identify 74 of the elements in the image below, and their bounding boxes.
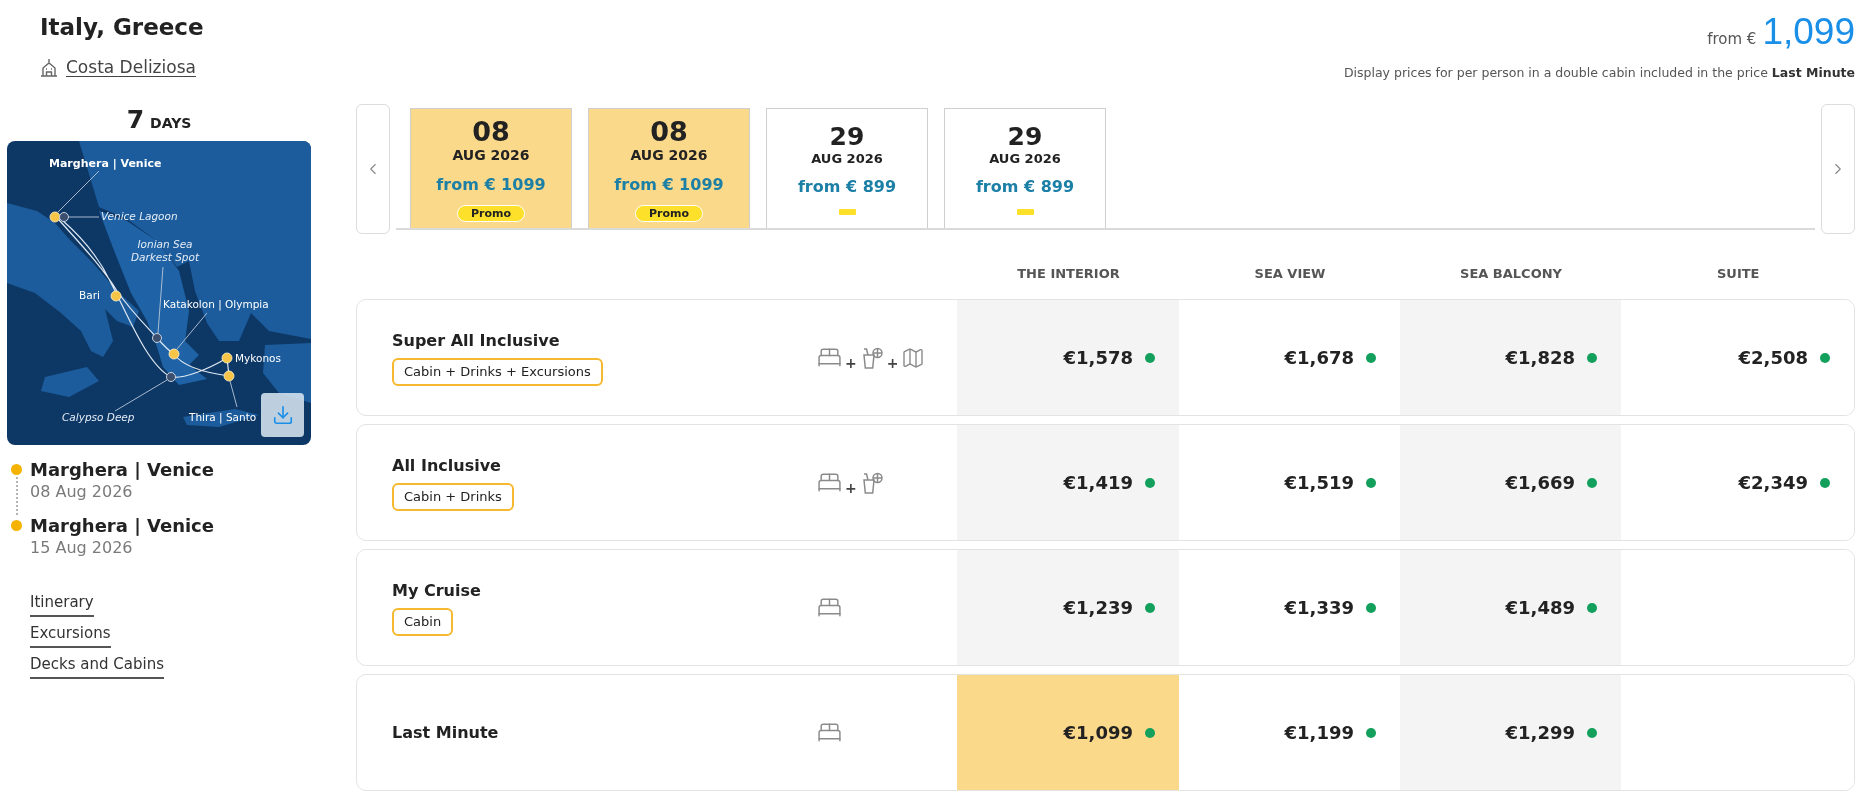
download-icon bbox=[271, 404, 294, 426]
map-label: Venice Lagoon bbox=[101, 210, 178, 223]
map-label: Bari bbox=[79, 289, 100, 302]
date-tab[interactable]: 08 AUG 2026 from € 1099 Promo bbox=[588, 108, 750, 228]
port-marker-icon bbox=[110, 290, 122, 302]
cabin-price-option[interactable]: €1,419 bbox=[957, 425, 1179, 540]
leader-line bbox=[114, 379, 168, 412]
cabin-price-option[interactable]: €1,239 bbox=[957, 550, 1179, 665]
plus-sign: + bbox=[845, 479, 857, 496]
leader-line bbox=[57, 170, 100, 213]
from-label: from € bbox=[1707, 30, 1757, 48]
package-name: Last Minute bbox=[392, 721, 499, 744]
map-label: Calypso Deep bbox=[62, 411, 135, 424]
stop-name: Marghera | Venice bbox=[30, 459, 214, 481]
port-marker-icon bbox=[168, 348, 180, 360]
price-note: Display prices for per person in a double cabin included in the price Last Minute bbox=[1343, 65, 1855, 81]
cabin-price-option[interactable]: €1,828 bbox=[1400, 300, 1621, 415]
column-header: THE INTERIOR bbox=[1016, 266, 1121, 282]
section-link[interactable]: Decks and Cabins bbox=[30, 654, 164, 679]
leader-line bbox=[176, 312, 208, 350]
package-name: Super All Inclusive bbox=[392, 329, 560, 352]
stop-dot-icon bbox=[11, 464, 22, 475]
map-label: Katakolon | Olympia bbox=[163, 298, 269, 311]
port-marker-icon bbox=[221, 352, 233, 364]
package-name: All Inclusive bbox=[392, 454, 501, 477]
spot-marker-icon bbox=[166, 372, 176, 382]
section-link[interactable]: Itinerary bbox=[30, 592, 94, 617]
next-button[interactable] bbox=[1821, 104, 1855, 234]
dash-icon bbox=[838, 209, 856, 215]
inclusion-tag: Cabin + Drinks bbox=[392, 482, 514, 511]
dash-icon bbox=[1016, 209, 1034, 215]
lowest-price: 1,099 bbox=[1762, 10, 1855, 54]
package-name: My Cruise bbox=[392, 579, 481, 602]
date-tab[interactable]: 08 AUG 2026 from € 1099 Promo bbox=[410, 108, 572, 228]
spot-marker-icon bbox=[59, 212, 69, 222]
column-header: SUITE bbox=[1716, 266, 1761, 282]
port-marker-icon bbox=[223, 370, 235, 382]
map-label: Thira | Santo bbox=[189, 411, 257, 424]
cabin-price-option[interactable]: €1,578 bbox=[957, 300, 1179, 415]
plus-sign: + bbox=[886, 354, 899, 371]
date-tab[interactable]: 29 AUG 2026 from € 899 bbox=[944, 108, 1106, 228]
leader-line bbox=[229, 380, 238, 408]
cabin-price-option[interactable]: €1,669 bbox=[1400, 425, 1621, 540]
duration-unit: DAYS bbox=[150, 115, 192, 131]
stop-name: Marghera | Venice bbox=[30, 515, 214, 537]
promo-badge: Promo bbox=[634, 205, 704, 222]
house-icon bbox=[40, 57, 58, 77]
stop-date: 08 Aug 2026 bbox=[30, 481, 133, 503]
spot-marker-icon bbox=[152, 333, 162, 343]
stop-dot-icon bbox=[11, 520, 22, 531]
map-label: Marghera | Venice bbox=[49, 157, 162, 170]
map-label: Ionian Sea Darkest Spot bbox=[129, 238, 201, 264]
page-title: Italy, Greece bbox=[40, 13, 204, 42]
previous-button[interactable] bbox=[356, 104, 390, 234]
cabin-price-option[interactable]: €1,489 bbox=[1400, 550, 1621, 665]
promo-badge: Promo bbox=[456, 205, 526, 222]
download-button[interactable] bbox=[261, 393, 304, 437]
timeline-connector bbox=[15, 477, 18, 515]
port-marker-icon bbox=[49, 211, 61, 223]
date-tab[interactable]: 29 AUG 2026 from € 899 bbox=[766, 108, 928, 228]
stop-date: 15 Aug 2026 bbox=[30, 537, 133, 559]
leader-line bbox=[68, 216, 100, 218]
inclusion-tag: Cabin + Drinks + Excursions bbox=[392, 357, 603, 386]
inclusion-tag: Cabin bbox=[392, 607, 454, 636]
map-label: Mykonos bbox=[235, 352, 281, 365]
column-header: SEA BALCONY bbox=[1459, 266, 1563, 282]
duration-number: 7 bbox=[126, 106, 145, 134]
column-header: SEA VIEW bbox=[1253, 266, 1327, 282]
plus-sign: + bbox=[845, 354, 857, 371]
section-link[interactable]: Excursions bbox=[30, 623, 111, 648]
cabin-price-option[interactable]: €1,299 bbox=[1400, 675, 1621, 790]
cabin-price-option[interactable]: €1,099 bbox=[957, 675, 1179, 790]
ship-link[interactable]: Costa Deliziosa bbox=[66, 56, 196, 78]
leader-line bbox=[157, 266, 164, 334]
